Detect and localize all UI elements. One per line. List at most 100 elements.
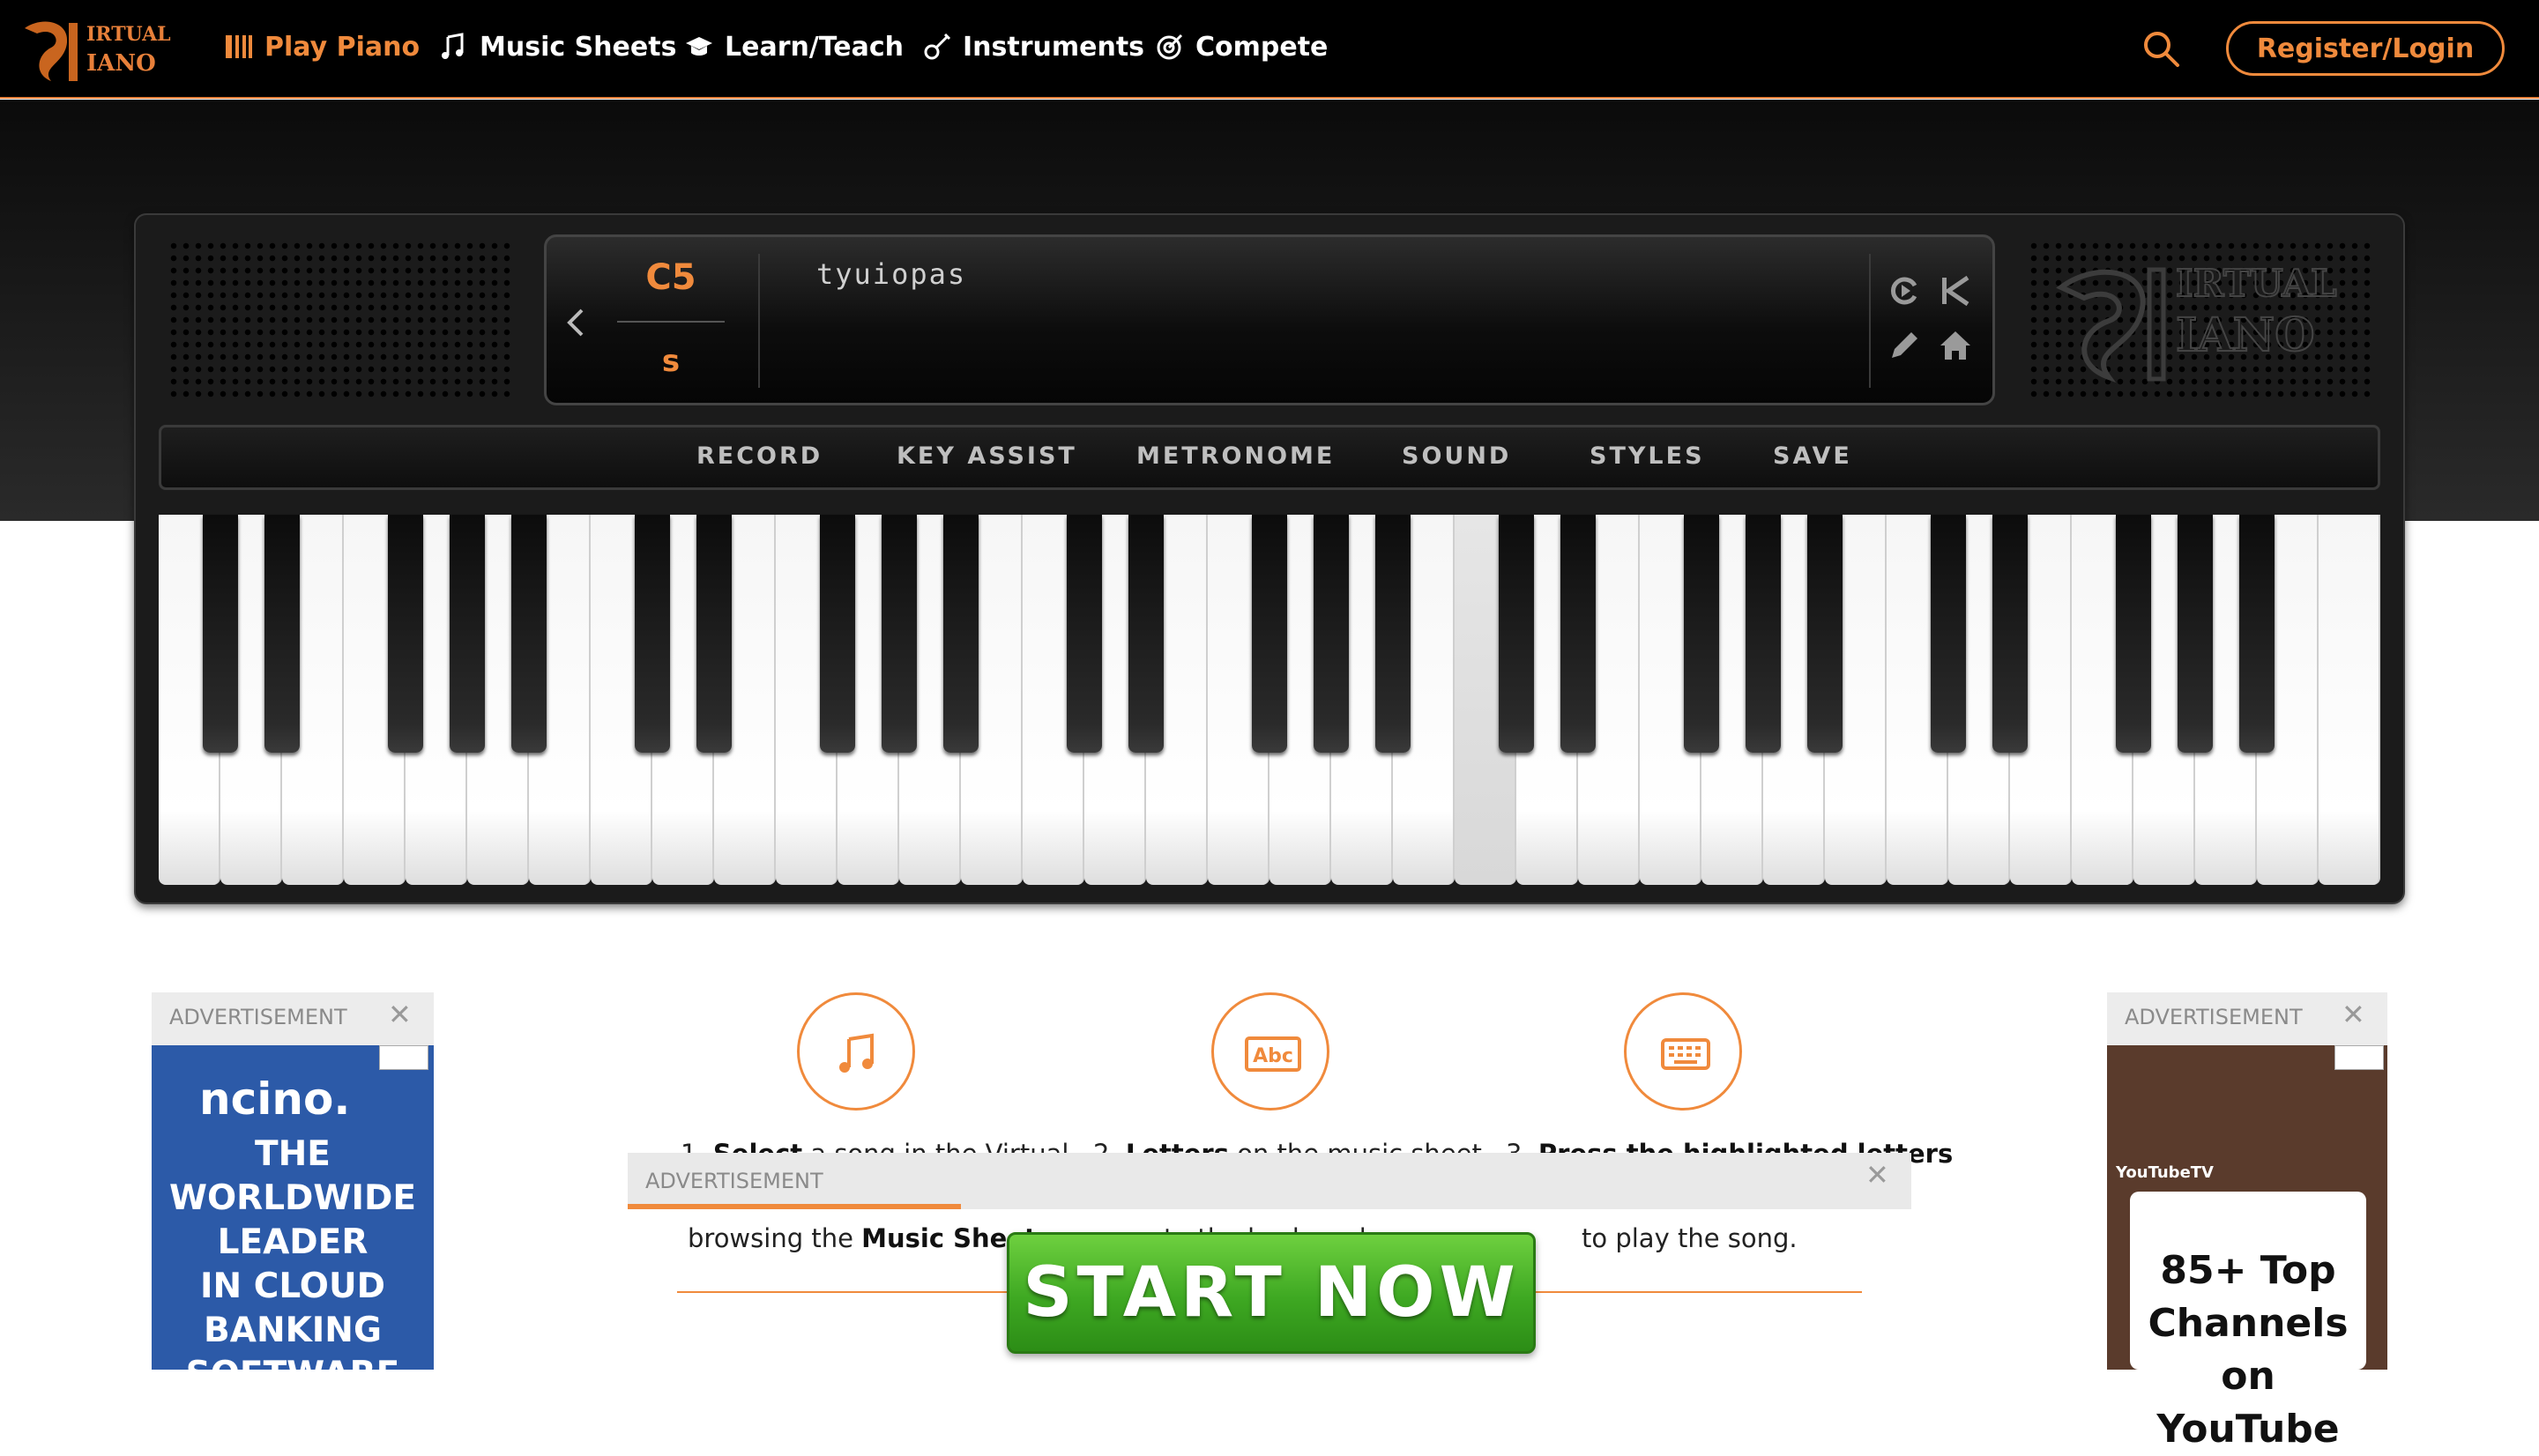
ad-left-line: LEADER: [217, 1222, 369, 1262]
search-icon[interactable]: [2141, 28, 2181, 69]
abc-icon: Abc: [1245, 1036, 1301, 1072]
black-key[interactable]: [1375, 515, 1411, 753]
white-key[interactable]: [2319, 515, 2380, 885]
top-navbar: IRTUAL IANO Play Piano Music Sheets Lear…: [0, 0, 2539, 99]
step-1-circle: [797, 992, 915, 1111]
ad-left-line: WORLDWIDE: [169, 1178, 416, 1218]
replay-icon[interactable]: [1887, 273, 1922, 308]
black-key[interactable]: [635, 515, 670, 753]
svg-text:Abc: Abc: [1253, 1045, 1293, 1067]
black-key[interactable]: [2239, 515, 2275, 753]
black-key[interactable]: [1314, 515, 1349, 753]
graduation-cap-icon: [684, 32, 714, 62]
ad-right-line: Channels: [2148, 1301, 2349, 1346]
ad-left-line: BANKING: [204, 1311, 382, 1350]
note-divider: [617, 321, 725, 323]
step-1-line2-prefix: browsing the: [688, 1223, 862, 1253]
styles-button[interactable]: STYLES: [1590, 442, 1705, 470]
nav-compete-label: Compete: [1195, 31, 1329, 63]
nav-instruments[interactable]: Instruments: [922, 26, 1144, 67]
adchoices-icon[interactable]: [379, 1045, 428, 1070]
black-key[interactable]: [1807, 515, 1843, 753]
black-key[interactable]: [264, 515, 300, 753]
step-2-circle: Abc: [1211, 992, 1329, 1111]
nav-play-piano[interactable]: Play Piano: [224, 26, 420, 67]
nav-learn-teach[interactable]: Learn/Teach: [684, 26, 904, 67]
svg-text:IANO: IANO: [2176, 308, 2315, 362]
black-key[interactable]: [1252, 515, 1287, 753]
note-display: [544, 234, 1995, 405]
music-notes-icon: [439, 32, 469, 62]
bottom-ad-close-icon[interactable]: ✕: [1865, 1158, 1889, 1192]
black-key[interactable]: [2178, 515, 2213, 753]
home-icon[interactable]: [1938, 328, 1973, 363]
sound-button[interactable]: SOUND: [1402, 442, 1511, 470]
step-3-line2: to play the song.: [1582, 1223, 1798, 1253]
adchoices-icon[interactable]: [2334, 1045, 2384, 1070]
keyboard-icon: [1661, 1038, 1710, 1070]
black-key[interactable]: [203, 515, 238, 753]
black-key[interactable]: [511, 515, 547, 753]
ad-right-label: ADVERTISEMENT: [2125, 1005, 2303, 1029]
register-login-button[interactable]: Register/Login: [2226, 21, 2505, 76]
nav-music-sheets[interactable]: Music Sheets: [439, 26, 676, 67]
black-key[interactable]: [1067, 515, 1102, 753]
typed-keys-text: tyuiopas: [816, 257, 967, 291]
save-button[interactable]: SAVE: [1773, 442, 1852, 470]
black-key[interactable]: [882, 515, 917, 753]
chevron-left-icon[interactable]: [564, 305, 587, 340]
music-notes-icon: [839, 1033, 874, 1073]
svg-text:IRTUAL: IRTUAL: [2176, 262, 2337, 305]
piano-keys-icon: [224, 32, 254, 62]
speaker-grille-left: [168, 240, 511, 398]
black-key[interactable]: [1560, 515, 1596, 753]
ad-right-text: 85+ Top Channels on YouTube: [2130, 1244, 2366, 1456]
ad-right-line: 85+ Top: [2160, 1248, 2336, 1293]
step-3-circle: [1624, 992, 1742, 1111]
nav-instruments-label: Instruments: [963, 31, 1145, 63]
start-now-button[interactable]: START NOW: [1007, 1232, 1536, 1354]
nav-music-sheets-label: Music Sheets: [480, 31, 677, 63]
ad-left-close-icon[interactable]: ✕: [388, 998, 412, 1031]
skip-back-icon[interactable]: [1938, 273, 1973, 308]
black-key[interactable]: [820, 515, 855, 753]
ad-right-line: on YouTube: [2156, 1354, 2340, 1452]
display-divider-right: [1869, 254, 1871, 388]
pencil-icon[interactable]: [1887, 328, 1922, 363]
svg-text:IANO: IANO: [86, 50, 156, 77]
black-key[interactable]: [2116, 515, 2151, 753]
ad-right-close-icon[interactable]: ✕: [2342, 998, 2365, 1031]
black-key[interactable]: [1746, 515, 1781, 753]
step-1-line2: browsing the Music Sheets: [688, 1223, 1052, 1253]
black-key[interactable]: [1992, 515, 2028, 753]
black-key[interactable]: [388, 515, 423, 753]
virtual-piano-logo[interactable]: IRTUAL IANO: [16, 12, 176, 86]
current-note-key: s: [661, 344, 681, 379]
display-divider-left: [758, 254, 760, 388]
black-key[interactable]: [450, 515, 485, 753]
ad-left-line: SOFTWARE: [185, 1355, 400, 1394]
black-key[interactable]: [1931, 515, 1966, 753]
nav-play-piano-label: Play Piano: [264, 31, 421, 63]
record-button[interactable]: RECORD: [696, 442, 823, 470]
piano-keyboard: [159, 515, 2380, 885]
guitar-icon: [922, 32, 952, 62]
metronome-button[interactable]: METRONOME: [1136, 442, 1335, 470]
ad-left-line: IN CLOUD: [199, 1267, 385, 1306]
black-key[interactable]: [1499, 515, 1534, 753]
black-key[interactable]: [1128, 515, 1164, 753]
black-key[interactable]: [696, 515, 732, 753]
bottom-ad-progress: [628, 1204, 961, 1209]
nav-learn-teach-label: Learn/Teach: [725, 31, 905, 63]
black-key[interactable]: [943, 515, 979, 753]
black-key[interactable]: [1684, 515, 1719, 753]
ad-left-text: THE WORLDWIDE LEADER IN CLOUD BANKING SO…: [152, 1133, 434, 1397]
ad-left-label: ADVERTISEMENT: [169, 1005, 347, 1029]
key-assist-button[interactable]: KEY ASSIST: [897, 442, 1077, 470]
ad-left-line: THE: [255, 1134, 331, 1174]
nav-compete[interactable]: Compete: [1155, 26, 1328, 67]
ad-left-brand: ncino.: [199, 1073, 351, 1125]
ad-right-tag: YouTubeTV: [2116, 1163, 2214, 1182]
current-note-name: C5: [645, 257, 696, 298]
target-icon: [1155, 32, 1185, 62]
